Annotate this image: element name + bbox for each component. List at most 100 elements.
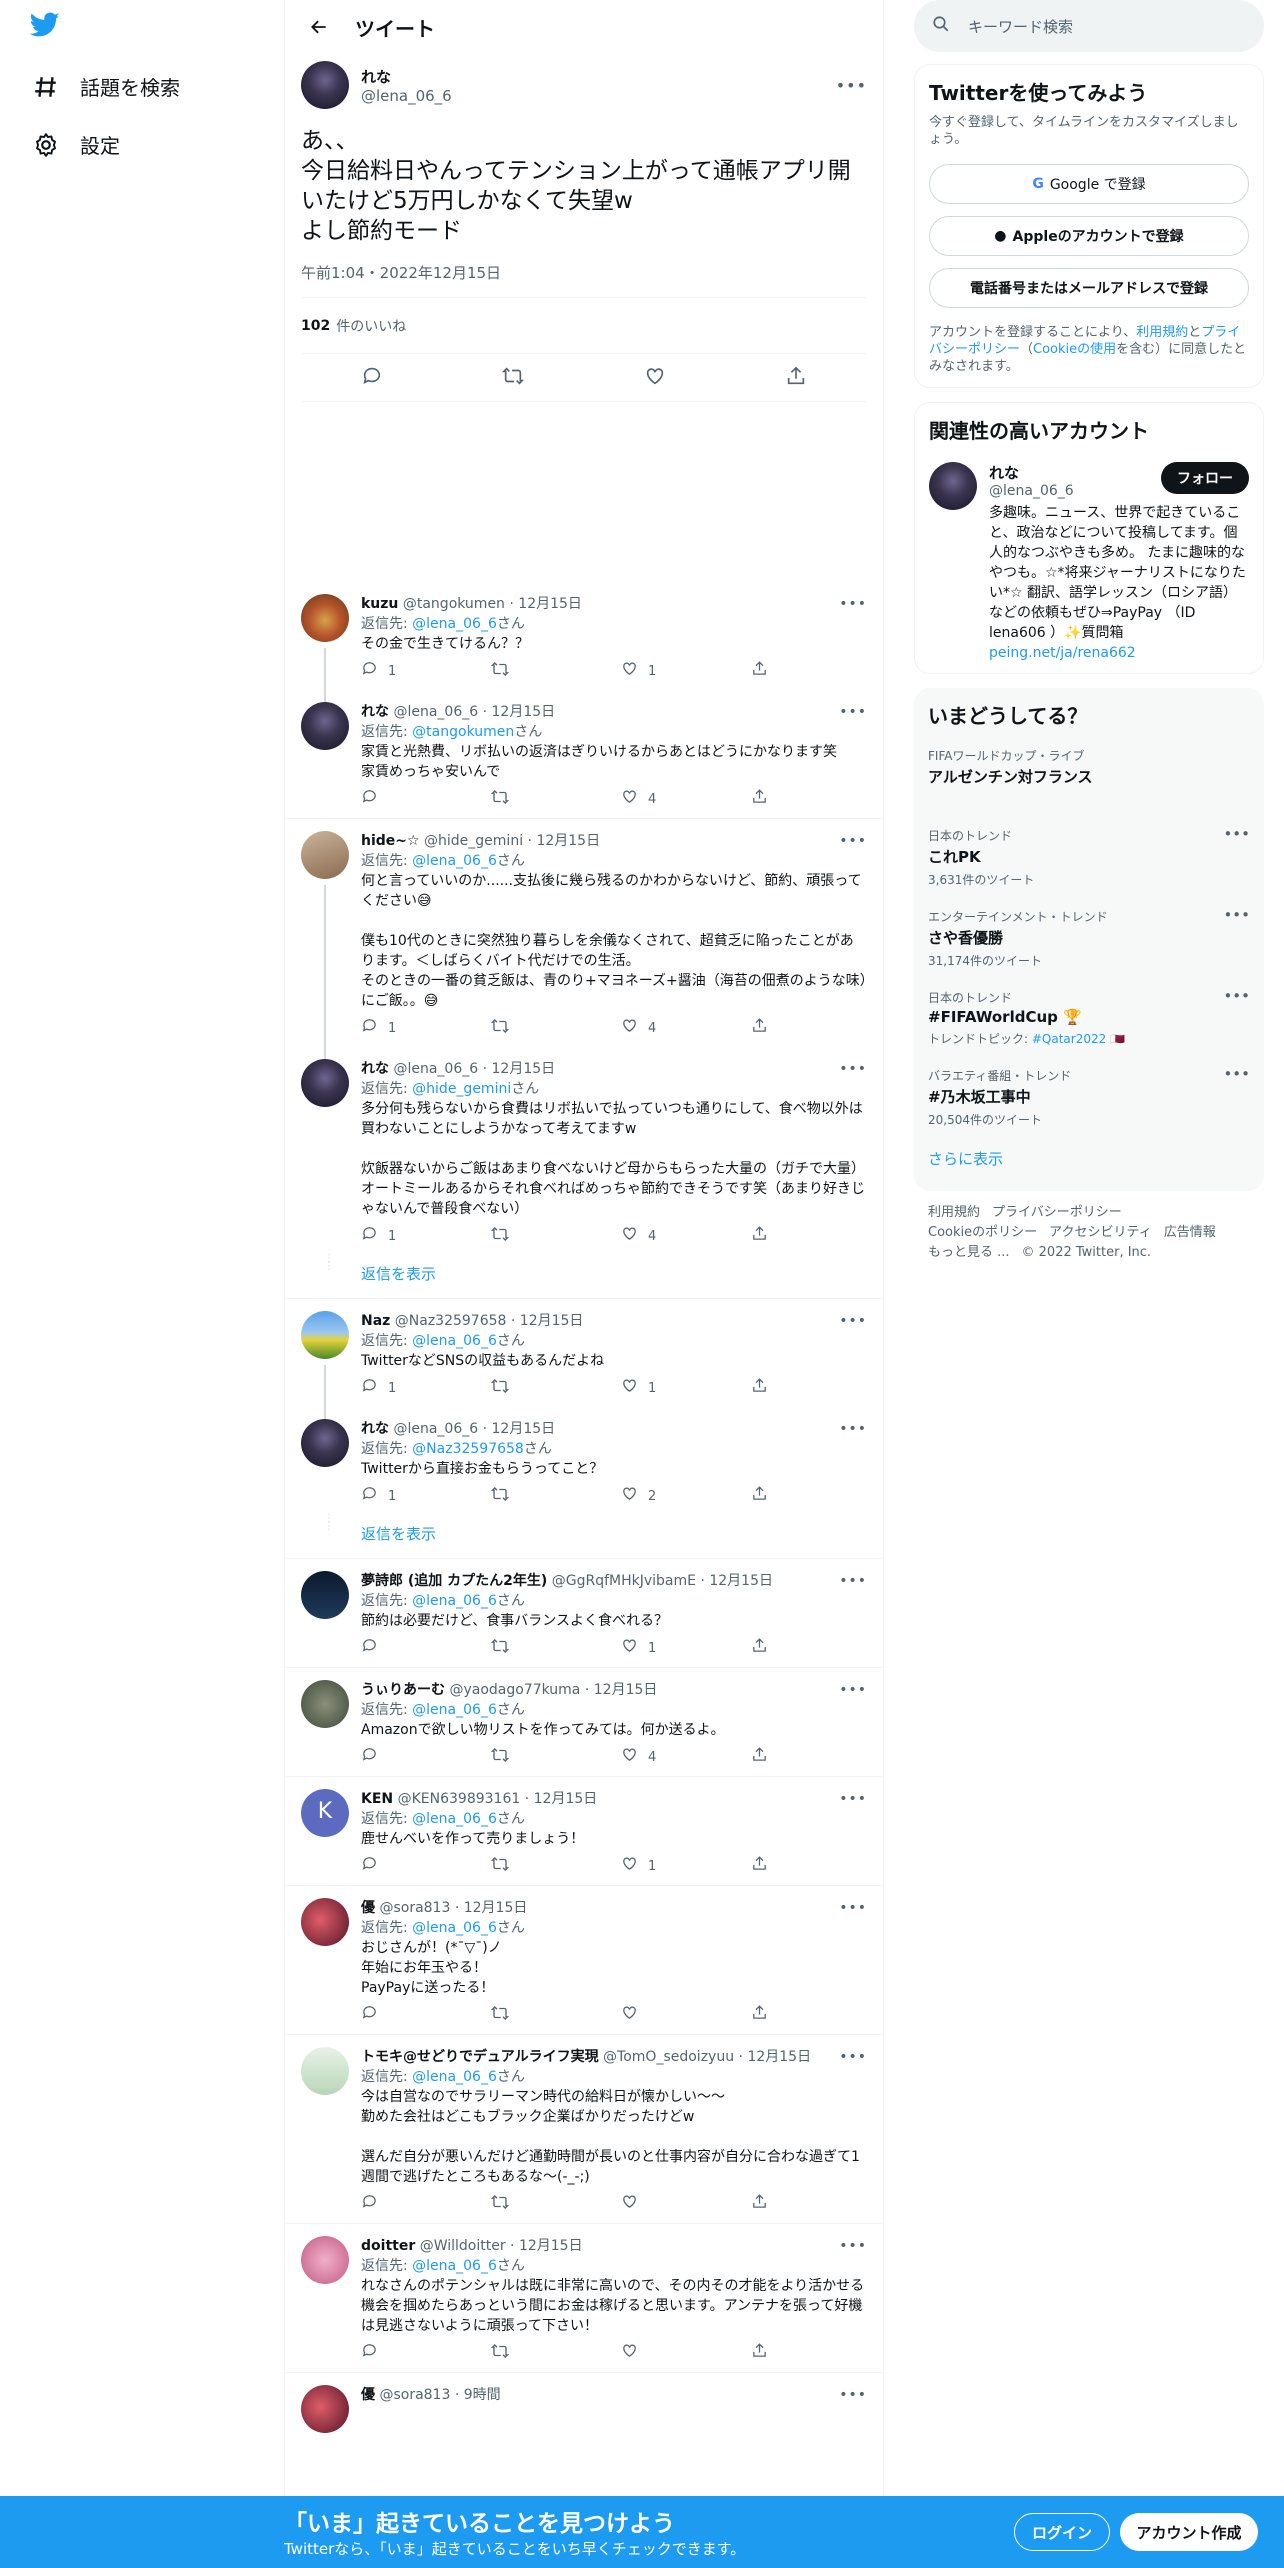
like-button[interactable]: 4 bbox=[621, 1746, 681, 1770]
trend-topic-link[interactable]: #Qatar2022 🇶🇦 bbox=[1032, 1032, 1125, 1046]
more-options-icon[interactable]: ••• bbox=[839, 2236, 867, 2256]
replying-to-link[interactable]: @lena_06_6 bbox=[412, 2258, 497, 2274]
retweet-icon[interactable] bbox=[502, 365, 525, 391]
like-button[interactable]: 4 bbox=[621, 1017, 681, 1041]
share-button[interactable] bbox=[751, 788, 791, 812]
reply-button[interactable]: 1 bbox=[361, 1485, 421, 1509]
retweet-button[interactable] bbox=[490, 2342, 551, 2367]
reply-author-name[interactable]: kuzu bbox=[361, 596, 398, 612]
signup-button[interactable]: アカウント作成 bbox=[1120, 2513, 1258, 2551]
replying-to-link[interactable]: @lena_06_6 bbox=[412, 1920, 497, 1936]
trend-item[interactable]: FIFAワールドカップ・ライブ アルゼンチン対フランス bbox=[928, 737, 1250, 817]
reply-tweet[interactable]: 優 @sora813 · 12月15日 ••• 返信先: @lena_06_6さんお… bbox=[285, 1886, 883, 2035]
apple-signup-button[interactable]: ● Appleのアカウントで登録 bbox=[929, 216, 1249, 256]
more-options-icon[interactable]: ••• bbox=[839, 2385, 867, 2405]
author-handle[interactable]: @lena_06_6 bbox=[361, 87, 452, 105]
like-button[interactable]: 2 bbox=[621, 1485, 681, 1509]
author-name[interactable]: れな bbox=[361, 66, 452, 87]
reply-tweet[interactable]: れな @lena_06_6 · 12月15日 ••• 返信先: @hide_gemi… bbox=[285, 1047, 883, 1299]
like-button[interactable] bbox=[621, 2004, 681, 2028]
retweet-button[interactable] bbox=[490, 788, 551, 813]
share-button[interactable] bbox=[751, 2342, 791, 2366]
reply-author-name[interactable]: れな bbox=[361, 704, 389, 720]
reply-author-name[interactable]: 夢詩郎 (追加 カプたん2年生) bbox=[361, 1573, 547, 1589]
avatar[interactable]: K bbox=[301, 1789, 349, 1837]
reply-date[interactable]: 12月15日 bbox=[464, 1900, 528, 1916]
retweet-button[interactable] bbox=[490, 1637, 551, 1662]
like-button[interactable]: 1 bbox=[621, 1637, 681, 1661]
reply-date[interactable]: 12月15日 bbox=[492, 704, 556, 720]
avatar[interactable] bbox=[301, 831, 349, 879]
follow-button[interactable]: フォロー bbox=[1161, 462, 1249, 494]
terms-link[interactable]: 利用規約 bbox=[1136, 325, 1188, 340]
reply-button[interactable]: 1 bbox=[361, 1377, 421, 1401]
avatar[interactable] bbox=[301, 1059, 349, 1107]
retweet-button[interactable] bbox=[490, 1017, 551, 1042]
avatar[interactable] bbox=[301, 1571, 349, 1619]
reply-tweet[interactable]: トモキ@せどりでデュアルライフ実現 @TomO_sedoizyuu · 12月1… bbox=[285, 2035, 883, 2224]
reply-author-handle[interactable]: @Naz32597658 bbox=[395, 1313, 507, 1329]
replying-to-link[interactable]: @hide_gemini bbox=[412, 1081, 511, 1097]
replying-to-link[interactable]: @lena_06_6 bbox=[412, 1333, 497, 1349]
avatar[interactable] bbox=[301, 2236, 349, 2284]
reply-date[interactable]: 12月15日 bbox=[492, 1061, 556, 1077]
nav-settings[interactable]: 設定 bbox=[32, 130, 120, 159]
reply-button[interactable] bbox=[361, 1855, 421, 1879]
avatar[interactable] bbox=[301, 1898, 349, 1946]
avatar[interactable] bbox=[301, 1680, 349, 1728]
reply-tweet[interactable]: Naz @Naz32597658 · 12月15日 ••• 返信先: @lena_0… bbox=[285, 1299, 883, 1419]
likes-count[interactable]: 102 件のいいね bbox=[301, 298, 867, 354]
reply-author-handle[interactable]: @lena_06_6 bbox=[393, 704, 478, 720]
reply-author-name[interactable]: Naz bbox=[361, 1313, 390, 1329]
search-box[interactable]: キーワード検索 bbox=[914, 0, 1264, 52]
reply-author-name[interactable]: うぃりあーむ bbox=[361, 1682, 445, 1698]
like-button[interactable]: 1 bbox=[621, 660, 681, 684]
reply-date[interactable]: 12月15日 bbox=[594, 1682, 658, 1698]
replying-to-link[interactable]: @tangokumen bbox=[412, 724, 514, 740]
trend-item[interactable]: 日本のトレンド これPK 3,631件のツイート ••• bbox=[928, 817, 1250, 898]
reply-button[interactable]: 1 bbox=[361, 1225, 421, 1249]
reply-button[interactable] bbox=[361, 1746, 421, 1770]
replying-to-link[interactable]: @lena_06_6 bbox=[412, 1811, 497, 1827]
replying-to-link[interactable]: @lena_06_6 bbox=[412, 616, 497, 632]
reply-author-name[interactable]: KEN bbox=[361, 1791, 393, 1807]
reply-author-handle[interactable]: @lena_06_6 bbox=[393, 1061, 478, 1077]
retweet-button[interactable] bbox=[490, 1485, 551, 1510]
avatar[interactable] bbox=[301, 1419, 349, 1467]
reply-date[interactable]: 12月15日 bbox=[519, 2238, 583, 2254]
footer-privacy[interactable]: プライバシーポリシー bbox=[992, 1205, 1122, 1220]
reply-author-handle[interactable]: @sora813 bbox=[379, 1900, 450, 1916]
nav-explore[interactable]: 話題を検索 bbox=[32, 72, 180, 101]
replying-to-link[interactable]: @lena_06_6 bbox=[412, 853, 497, 869]
reply-tweet[interactable]: れな @lena_06_6 · 12月15日 ••• 返信先: @Naz325976… bbox=[285, 1407, 883, 1559]
reply-button[interactable]: 1 bbox=[361, 1017, 421, 1041]
like-icon[interactable] bbox=[644, 365, 666, 391]
footer-ads[interactable]: 広告情報 bbox=[1164, 1225, 1216, 1240]
retweet-button[interactable] bbox=[490, 1746, 551, 1771]
show-replies-link[interactable]: ⋮ ⋮ 返信を表示 bbox=[285, 1254, 883, 1298]
more-options-icon[interactable]: ••• bbox=[839, 2047, 867, 2067]
more-options-icon[interactable]: ••• bbox=[836, 76, 867, 95]
retweet-button[interactable] bbox=[490, 1225, 551, 1250]
share-button[interactable] bbox=[751, 660, 791, 684]
avatar[interactable] bbox=[301, 1311, 349, 1359]
retweet-button[interactable] bbox=[490, 1855, 551, 1880]
reply-button[interactable] bbox=[361, 788, 421, 812]
reply-author-handle[interactable]: @Willdoitter bbox=[420, 2238, 506, 2254]
tweet-timestamp[interactable]: 午前1:04・2022年12月15日 bbox=[301, 258, 867, 298]
more-options-icon[interactable]: ••• bbox=[839, 831, 867, 851]
reply-author-handle[interactable]: @GgRqfMHkJvibamE bbox=[552, 1573, 696, 1589]
avatar[interactable] bbox=[929, 462, 977, 510]
reply-author-name[interactable]: hide~☆ bbox=[361, 833, 420, 849]
replying-to-link[interactable]: @Naz32597658 bbox=[412, 1441, 524, 1457]
replying-to-link[interactable]: @lena_06_6 bbox=[412, 1702, 497, 1718]
like-button[interactable]: 1 bbox=[621, 1855, 681, 1879]
more-options-icon[interactable]: ••• bbox=[1223, 906, 1250, 924]
more-options-icon[interactable]: ••• bbox=[839, 1571, 867, 1591]
show-replies-link[interactable]: ⋮ ⋮ 返信を表示 bbox=[285, 1514, 883, 1558]
retweet-button[interactable] bbox=[490, 1377, 551, 1402]
like-button[interactable]: 4 bbox=[621, 788, 681, 812]
more-options-icon[interactable]: ••• bbox=[1223, 987, 1250, 1005]
reply-button[interactable] bbox=[361, 2342, 421, 2366]
cookie-link[interactable]: Cookieの使用 bbox=[1033, 342, 1116, 357]
